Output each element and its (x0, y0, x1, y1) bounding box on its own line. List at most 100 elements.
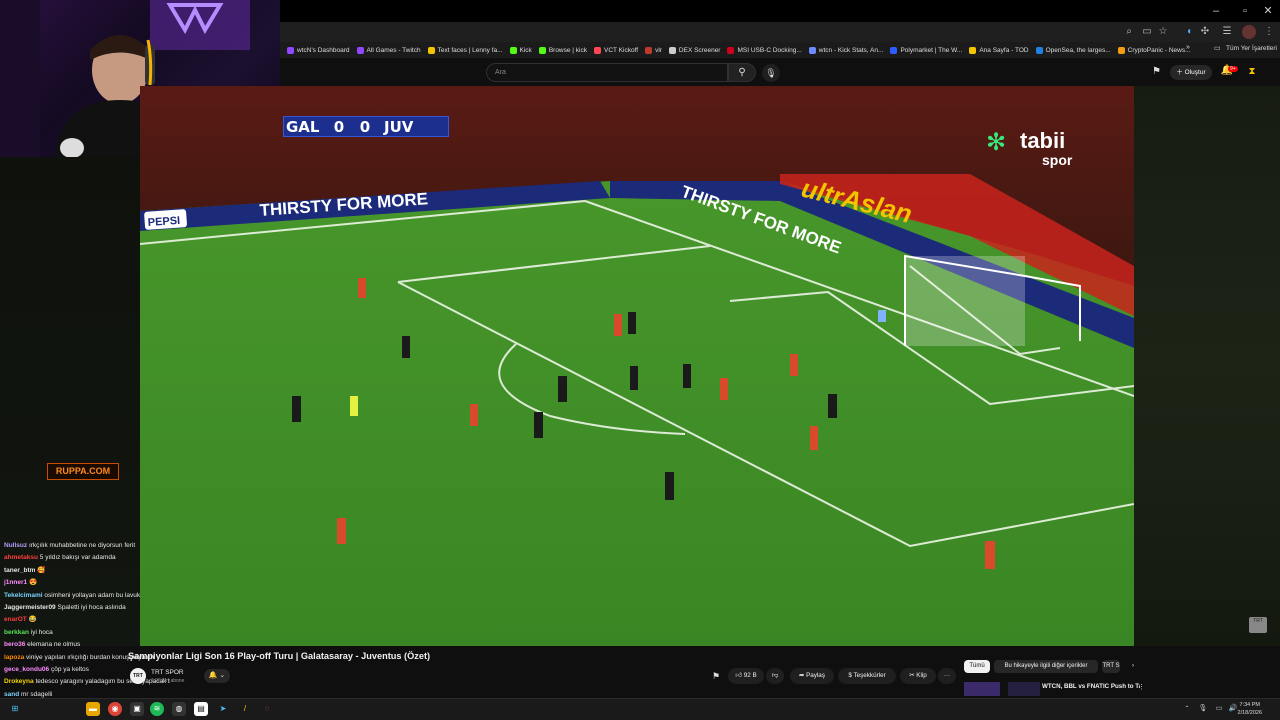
bookmark-favicon-icon (645, 46, 653, 54)
obs-icon[interactable]: ◍ (172, 702, 186, 716)
create-button[interactable]: ＋ Oluştur (1170, 65, 1212, 80)
app-icon-2[interactable]: ◌ (260, 702, 274, 716)
spotify-icon[interactable]: ≋ (150, 702, 164, 716)
home-score: 0 (333, 117, 345, 136)
thumbs-down-icon: 👎︎ (771, 672, 779, 679)
dislike-button[interactable]: 👎︎ (766, 668, 784, 684)
channel-name[interactable]: TRT SPOR (151, 669, 184, 676)
minimize-button[interactable]: – (1206, 3, 1226, 19)
bookmark-label: wtcn - Kick Stats, An... (818, 46, 884, 54)
telegram-icon[interactable]: ➤ (216, 702, 230, 716)
chat-username[interactable]: Drokeyna (4, 678, 34, 685)
all-bookmarks[interactable]: Tüm Yer İşaretleri (1226, 45, 1277, 52)
chat-text: iyi hoca (30, 628, 53, 636)
bookmark-favicon-icon (427, 46, 435, 54)
account-icon[interactable]: ⧗ (1245, 66, 1259, 79)
chip-related[interactable]: Bu hikayeyle ilgili diğer içerikler (994, 660, 1098, 673)
bookmark-item[interactable]: CryptoPanic - News... (1117, 46, 1191, 54)
bookmarks-overflow-icon[interactable]: » (1186, 44, 1190, 51)
bookmark-item[interactable]: Browse | kick (538, 46, 587, 54)
profile-avatar[interactable] (1242, 25, 1256, 39)
bookmark-favicon-icon (969, 46, 977, 54)
bookmark-favicon-icon (890, 46, 898, 54)
bookmark-item[interactable]: Polymarket | The W... (890, 46, 962, 54)
puzzle-icon[interactable]: ✣ (1198, 25, 1212, 39)
display-icon[interactable]: ▭ (1212, 702, 1226, 716)
more-icon[interactable]: ⋮ (1262, 25, 1276, 39)
reco-thumbnail-2[interactable] (1008, 682, 1040, 696)
bookmark-label: vlr (655, 46, 662, 54)
chat-message: j1nner1 😍 (0, 577, 170, 589)
voice-search-button[interactable]: 🎙 (762, 64, 780, 82)
bookmark-item[interactable]: Kick (509, 46, 532, 54)
bookmark-item[interactable]: All Games - Twitch (356, 46, 421, 54)
start-icon[interactable]: ⊞ (8, 702, 22, 716)
chrome-icon[interactable]: ◉ (108, 702, 122, 716)
chat-username[interactable]: lapoza (4, 654, 24, 661)
chip-all[interactable]: Tümü (964, 660, 990, 673)
menu-icon[interactable]: ☰ (1220, 25, 1234, 39)
chat-username[interactable]: Tekelcimami (4, 592, 43, 599)
video-player[interactable]: THIRSTY FOR MORE THIRSTY FOR MORE ultrAs… (140, 86, 1134, 646)
chip-trt[interactable]: TRT S (1102, 660, 1120, 673)
chat-message: taner_btm 🥰 (0, 565, 170, 577)
chat-username[interactable]: bero36 (4, 641, 25, 648)
tray-chevron-icon[interactable]: ⌃ (1180, 702, 1194, 716)
maximize-button[interactable]: ▫ (1235, 3, 1255, 19)
reco-title[interactable]: WTCN, BBL vs FNATIC Push to Talk İzliyor (1042, 683, 1140, 690)
subscription-bell-button[interactable]: 🔔 ⌄ (204, 669, 230, 683)
channel-avatar[interactable]: TRT (130, 668, 146, 684)
bookmark-item[interactable]: Text faces | Lenny fa... (427, 46, 503, 54)
extension-icon[interactable]: ◖ (1182, 25, 1196, 39)
chat-username[interactable]: berkkan (4, 629, 29, 636)
chat-username[interactable]: Jaggermeister09 (4, 604, 56, 611)
search-button[interactable]: ⚲ (728, 63, 756, 82)
thanks-button[interactable]: $ Teşekkürler (838, 668, 896, 684)
chat-username[interactable]: Nullsuz (4, 542, 27, 549)
bookmark-item[interactable]: wtcN's Dashboard (287, 46, 350, 54)
clock-time: 7:34 PM (1239, 702, 1260, 708)
reco-menu-icon[interactable]: ⋮ (1138, 683, 1145, 691)
like-button[interactable]: 👍︎ 92 B (728, 668, 764, 684)
zoom-icon[interactable]: ⌕ (1122, 25, 1136, 39)
bookmark-item[interactable]: OpenSea, the larges... (1035, 46, 1111, 54)
goalkeeper (878, 310, 886, 322)
chat-username[interactable]: sand (4, 691, 19, 698)
bookmark-item[interactable]: vlr (645, 46, 662, 54)
reco-thumbnail[interactable] (964, 682, 1000, 696)
thanks-label: Teşekkürler (853, 672, 886, 679)
subscriber-count: 1,06 Mn abone (151, 678, 185, 684)
create-label: Oluştur (1184, 69, 1206, 76)
mic-tray-icon[interactable]: 🎙 (1196, 702, 1210, 716)
file-explorer-icon[interactable]: ▬ (86, 702, 100, 716)
tabii-spor-logo: ✻ tabii spor (986, 128, 1086, 172)
chat-username[interactable]: j1nner1 (4, 579, 27, 586)
game-icon[interactable]: ⚑ (1152, 66, 1165, 79)
close-button[interactable]: ✕ (1258, 3, 1278, 19)
share-label: Paylaş (806, 672, 825, 679)
clip-button[interactable]: ✂ Klip (900, 668, 936, 684)
bookmark-item[interactable]: MSI USB-C Docking... (727, 46, 802, 54)
chevron-right-icon[interactable]: › (1128, 660, 1138, 673)
star-icon[interactable]: ☆ (1156, 25, 1170, 39)
chat-username[interactable]: taner_btm (4, 567, 35, 574)
install-icon[interactable]: ▭ (1140, 25, 1154, 39)
chat-username[interactable]: enarOT (4, 616, 27, 623)
chat-message: Tekelcimami osimheni yollayan adam bu la… (0, 590, 170, 602)
bookmark-item[interactable]: wtcn - Kick Stats, An... (808, 46, 884, 54)
chat-username[interactable]: gece_kondu06 (4, 666, 49, 673)
more-actions-button[interactable]: ··· (938, 668, 956, 684)
address-bar[interactable]: ⌕ ▭ ☆ ◖ ✣ ☰ ⋮ (280, 22, 1280, 42)
tool-icon[interactable]: / (238, 702, 252, 716)
system-clock[interactable]: 7:34 PM 2/18/2026 (1238, 701, 1262, 717)
app-icon[interactable]: ▣ (130, 702, 144, 716)
recommended-video[interactable]: WTCN, BBL vs FNATIC Push to Talk İzliyor… (962, 680, 1280, 696)
bookmark-item[interactable]: DEX Screener (668, 46, 720, 54)
bookmark-item[interactable]: VCT Kickoff (593, 46, 638, 54)
notepad-icon[interactable]: ▤ (194, 702, 208, 716)
chat-username[interactable]: ahmetaksu (4, 554, 38, 561)
game-icon[interactable]: ⚑ (712, 671, 724, 683)
bookmark-item[interactable]: Ana Sayfa - TOD (969, 46, 1029, 54)
share-button[interactable]: ➦ Paylaş (790, 668, 834, 684)
search-input[interactable]: Ara (486, 63, 728, 82)
